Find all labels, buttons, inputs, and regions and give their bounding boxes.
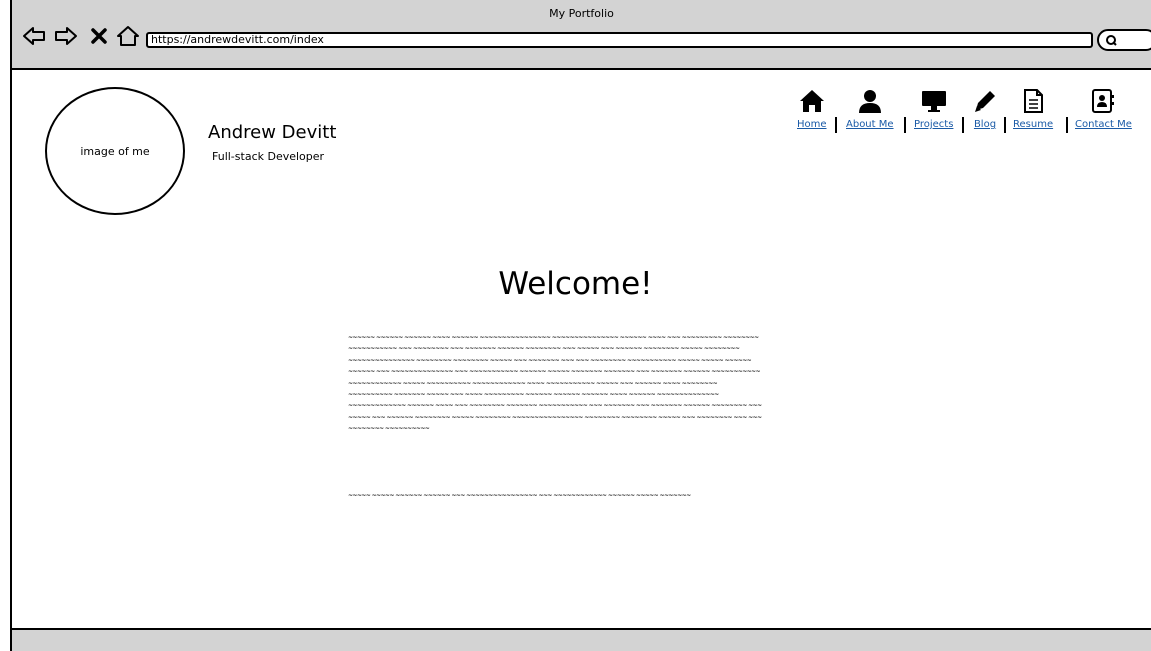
contact-card-icon [1092,89,1115,113]
intro-paragraph-2: ~~~~~ ~~~~~ ~~~~~~ ~~~~~~ ~~~ ~~~~~~~~~~… [348,492,691,499]
site-name: Andrew Devitt [208,122,337,143]
window-title: My Portfolio [549,7,614,20]
address-bar[interactable]: https://andrewdevitt.com/index [146,32,1093,48]
user-icon [858,90,881,113]
monitor-icon [921,91,946,112]
nav-link-contact[interactable]: Contact Me [1075,119,1132,130]
pencil-icon [975,91,995,112]
nav-link-home[interactable]: Home [797,119,827,130]
home-icon[interactable] [116,25,140,47]
nav-item-blog[interactable]: Blog [972,88,998,130]
welcome-heading: Welcome! [498,266,653,302]
back-icon[interactable] [22,25,46,47]
document-icon [1024,89,1044,113]
nav-separator [1066,117,1068,133]
home-icon [799,90,824,112]
site-role: Full-stack Developer [212,150,325,163]
search-field[interactable] [1097,29,1151,51]
nav-separator [835,117,837,133]
nav-separator [962,117,964,133]
nav-separator [1004,117,1006,133]
avatar-label: image of me [80,144,150,158]
nav-link-resume[interactable]: Resume [1013,119,1053,130]
nav-link-blog[interactable]: Blog [974,119,996,130]
forward-icon[interactable] [54,25,78,47]
nav-item-home[interactable]: Home [797,88,827,130]
nav-item-about[interactable]: About Me [846,88,894,130]
intro-paragraph: ~~~~~~ ~~~~~~ ~~~~~~ ~~~~ ~~~~~~ ~~~~~~~… [348,334,762,433]
search-icon [1106,35,1117,46]
nav-item-resume[interactable]: Resume [1013,88,1053,130]
nav-item-projects[interactable]: Projects [914,88,953,130]
nav-link-projects[interactable]: Projects [914,119,953,130]
avatar-placeholder: image of me [45,87,185,215]
close-icon[interactable] [90,25,108,47]
nav-link-about[interactable]: About Me [846,119,894,130]
nav-separator [904,117,906,133]
nav-item-contact[interactable]: Contact Me [1075,88,1132,130]
browser-status-bar [10,628,1151,651]
